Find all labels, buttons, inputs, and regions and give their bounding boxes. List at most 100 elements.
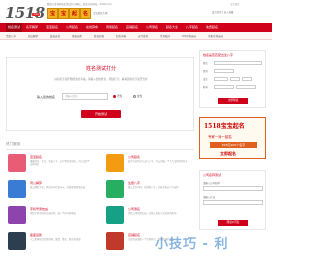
baby-icon [8,154,26,172]
nav-item[interactable]: 公司测名 [146,23,158,32]
panel-title: 姓名测试打分 [85,66,116,72]
company-name-label: 请输入公司名称 [203,182,220,185]
chart-icon [106,206,124,224]
service-card[interactable]: 周公解梦 周公解梦大全，梦见什么代表什么，在线查询梦境吉凶 [8,179,93,203]
birth-year-select[interactable] [214,76,228,81]
nav-item[interactable]: 宝宝起名 [46,23,58,32]
gender-male-label: 男性 [117,95,123,98]
subnav-item[interactable]: 星座运势 [72,34,82,38]
shop-icon [106,232,124,250]
service-card[interactable]: 公司测名 测试公司名称吉凶，分析公司名字对运势的影响 [106,205,191,229]
birth-label: 出生 [203,78,208,81]
company-submit-button[interactable]: 测试公司名 [218,220,248,226]
subnav-item[interactable]: 手机号测吉凶 [208,34,223,38]
industry-input[interactable] [203,200,263,205]
banner-chip: 起 [69,8,80,19]
hot-services-heading: 热门服务 [6,142,21,146]
banner-subtitle: 宝宝起名大师 [93,12,108,15]
panel-description: 好的名字是伴随终生的幸福，请输入您的姓名，测试打分，看看您的名字是否吉祥 [54,78,148,81]
service-card[interactable]: 手机号测吉凶 测试手机号码的吉凶好坏，选一个好号码助运 [8,205,93,229]
service-name: 生辰八字 [128,181,141,185]
company-test-form: 公司名称测试 请输入公司名称 请输入行业 测试公司名 [199,170,266,230]
subnav-item[interactable]: 黄道吉日 [50,34,60,38]
sub-nav: 生辰八字 周公解梦 黄道吉日 星座运势 姓氏起源 起名字典 五行查询 生肖配对 … [0,32,272,40]
ad-subline: 专家一对一起名 [208,135,232,139]
bazi-submit-button[interactable]: 立即测试 [218,98,248,104]
phone-icon [8,206,26,224]
site-logo[interactable]: 1518 .com [5,5,45,22]
header-right-links[interactable]: 设为首页 | 加入收藏 [212,10,268,16]
baby-naming-ad[interactable]: 1518宝宝起名 专家一对一起名 ¥28元200个名字 立即起名 [199,117,266,159]
subnav-item[interactable]: 生肖配对 [160,34,170,38]
surname-label: 姓氏 [203,62,208,65]
service-name: 店铺起名 [128,233,141,237]
bazi-form-title: 姓名是否匹配出生八字 [203,53,234,57]
nav-item[interactable]: 起名大全 [166,23,178,32]
company-form-title: 公司名称测试 [203,173,222,177]
hot-services-header: 热门服务 [6,142,194,150]
service-desc: 结合行业特点与五行八字，为公司取一个大气吉利的好名字 [128,160,188,163]
gender-female-radio[interactable]: 女性 [133,94,142,98]
subnav-item[interactable]: 周公解梦 [28,34,38,38]
nav-item[interactable]: 公司起名 [66,23,78,32]
service-desc: 周公解梦大全，梦见什么代表什么，在线查询梦境吉凶 [30,186,86,189]
service-desc: 十二星座每日运势查询，爱情、事业、财运全知道 [30,238,81,241]
logo-badge: .com [32,13,40,16]
service-card[interactable]: 生辰八字 输入出生时间，在线排八字，分析命局五行与运势 [106,179,191,203]
nav-item[interactable]: 八字起名 [186,23,198,32]
nav-item[interactable]: 周易起名 [106,23,118,32]
building-icon [106,154,124,172]
service-name: 周公解梦 [30,181,43,185]
nav-item[interactable]: 店铺起名 [126,23,138,32]
banner-chip: 名 [80,8,91,19]
name-label: 输入您的姓名 [37,94,56,99]
birth-minute-select[interactable] [236,84,256,89]
gender-label: 性别 [203,70,208,73]
birth-month-select[interactable] [230,76,240,81]
subnav-item[interactable]: 生辰八字 [6,34,16,38]
service-name: 手机号测吉凶 [30,207,49,211]
service-card[interactable]: 宝宝起名 根据姓氏、生日、生辰八字、五行等综合起名，为宝宝起个吉祥好名 [8,153,93,177]
top-right-link[interactable]: 宝宝起名 [230,2,240,6]
service-desc: 根据姓氏、生日、生辰八字、五行等综合起名，为宝宝起个吉祥好名 [30,160,90,166]
service-card[interactable]: 公司起名 结合行业特点与五行八字，为公司取一个大气吉利的好名字 [106,153,191,177]
radio-dot [113,94,116,98]
subnav-item[interactable]: 五行查询 [138,34,148,38]
name-input-row: 输入您的姓名 请输入姓名 男性 女性 [37,93,157,100]
service-name: 宝宝起名 [30,155,43,159]
gender-female-label: 女性 [137,95,143,98]
main-nav: 姓名测试 名字解梦 宝宝起名 公司起名 在线算命 周易起名 店铺起名 公司测名 … [0,23,272,32]
company-name-input[interactable] [203,186,263,191]
industry-label: 请输入行业 [203,196,215,199]
calendar-icon [106,180,124,198]
banner-chip: 宝 [47,8,58,19]
gender-male-radio[interactable]: 男性 [113,94,122,98]
surname-input[interactable] [214,60,262,65]
nav-item[interactable]: 名字解梦 [26,23,38,32]
start-test-button[interactable]: 开始测试 [81,110,121,118]
nav-item[interactable]: 姓名测试 [6,23,23,32]
service-name: 星座运势 [30,233,43,237]
watermark-text: 小技巧 - 利 [155,237,229,252]
service-desc: 测试公司名称吉凶，分析公司名字对运势的影响 [128,212,177,215]
nav-item[interactable]: 在线算命 [86,23,98,32]
time-label: 时间 [203,86,208,89]
service-name: 公司测名 [128,207,141,211]
header-banner[interactable]: 宝 宝 起 名 宝宝起名大师 [47,8,126,20]
ad-cta: 立即起名 [220,151,236,156]
bazi-match-form: 姓名是否匹配出生八字 姓氏 性别 出生 时间 立即测试 [199,50,266,108]
subnav-item[interactable]: 姓氏起源 [94,34,104,38]
service-desc: 输入出生时间，在线排八字，分析命局五行与运势 [128,186,179,189]
star-icon [8,232,26,250]
nav-item[interactable]: 免费起名 [206,23,218,32]
birth-hour-select[interactable] [214,84,234,89]
name-input[interactable]: 请输入姓名 [62,93,108,100]
ad-price: ¥28元200个名字 [210,142,257,148]
subnav-item[interactable]: QQ号测吉凶 [182,34,196,38]
service-desc: 测试手机号码的吉凶好坏，选一个好号码助运 [30,212,76,215]
gender-select[interactable] [214,68,234,73]
ad-headline: 1518宝宝起名 [204,123,245,130]
subnav-item[interactable]: 起名字典 [116,34,126,38]
birth-day-select[interactable] [242,76,252,81]
service-card[interactable]: 星座运势 十二星座每日运势查询，爱情、事业、财运全知道 [8,231,93,255]
